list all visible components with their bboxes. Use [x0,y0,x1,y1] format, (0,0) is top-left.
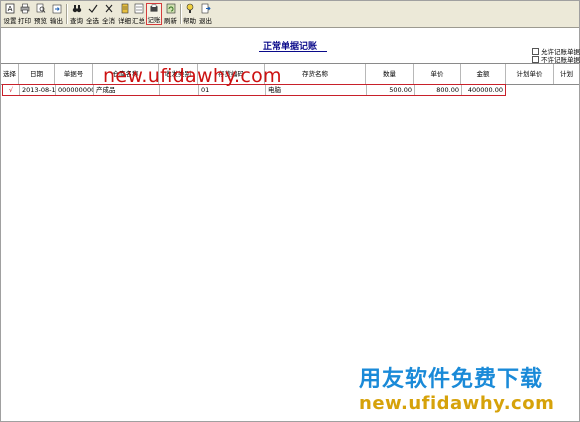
disallow-post-checkbox[interactable] [532,55,539,63]
help-button[interactable]: 帮助 [182,3,197,25]
clear-all-button[interactable]: 全消 [101,3,116,25]
post-button[interactable]: 记账 [146,3,162,25]
query-button[interactable]: 查询 [69,3,84,25]
refresh-icon [166,3,175,14]
row-select-check[interactable]: √ [3,85,20,95]
exit-icon [201,3,211,14]
header-select[interactable]: 选择 [1,64,19,84]
detail-icon [121,3,128,14]
row-price: 800.00 [415,85,462,95]
clear-all-icon [105,4,112,13]
header-plan[interactable]: 计划 [554,64,579,84]
header-qty[interactable]: 数量 [366,64,414,84]
title-underline [259,51,327,52]
grid-header: 选择 日期 单据号 仓库名称 收发类别 存货编码 存货名称 数量 单价 金额 计… [1,63,579,85]
export-icon [52,4,61,14]
settings-label: 设置 [3,17,17,25]
select-all-icon [88,4,97,13]
print-label: 打印 [18,17,31,25]
watermark-url-bottom: new.ufidawhy.com [359,393,555,414]
header-plan-price[interactable]: 计划单价 [506,64,554,84]
select-all-label: 全选 [86,17,99,25]
preview-label: 预览 [34,17,47,25]
row-qty: 500.00 [367,85,415,95]
summary-icon [134,3,143,14]
header-doc-no[interactable]: 单据号 [55,64,93,84]
toolbar: A 设置 打印 预览 输出 查询 全选 全消 详细 汇总 记账 刷新 帮助 退出 [1,1,579,28]
window-frame: A 设置 打印 预览 输出 查询 全选 全消 详细 汇总 记账 刷新 帮助 退出… [0,0,580,422]
summary-button[interactable]: 汇总 [132,3,145,25]
summary-label: 汇总 [132,17,145,25]
detail-label: 详细 [118,17,131,25]
help-label: 帮助 [183,17,196,25]
preview-button[interactable]: 预览 [33,3,48,25]
post-icon [150,4,158,12]
detail-button[interactable]: 详细 [117,3,132,25]
settings-icon: A [5,3,15,14]
watermark-chinese: 用友软件免费下载 [359,367,544,392]
export-button[interactable]: 输出 [49,3,64,25]
query-label: 查询 [70,17,83,25]
help-icon [186,3,193,13]
svg-text:A: A [8,5,13,13]
select-all-button[interactable]: 全选 [85,3,100,25]
exit-label: 退出 [199,17,212,25]
print-button[interactable]: 打印 [17,3,32,25]
preview-icon [36,3,45,13]
header-price[interactable]: 单价 [414,64,461,84]
settings-button[interactable]: A 设置 [3,3,17,25]
refresh-button[interactable]: 刷新 [163,3,178,25]
header-date[interactable]: 日期 [19,64,55,84]
watermark-url-top: new.ufidawhy.com [103,65,282,87]
exit-button[interactable]: 退出 [198,3,213,25]
post-label: 记账 [147,16,161,24]
printer-icon [20,3,29,14]
toolbar-separator [66,4,68,24]
clear-all-label: 全消 [102,17,115,25]
binoculars-icon [72,5,81,13]
export-label: 输出 [50,17,63,25]
row-date: 2013-08-14 [22,85,56,95]
refresh-label: 刷新 [164,17,177,25]
header-amount[interactable]: 金额 [461,64,506,84]
row-amount: 400000.00 [467,86,503,94]
row-doc-no: 0000000001 [56,85,94,95]
